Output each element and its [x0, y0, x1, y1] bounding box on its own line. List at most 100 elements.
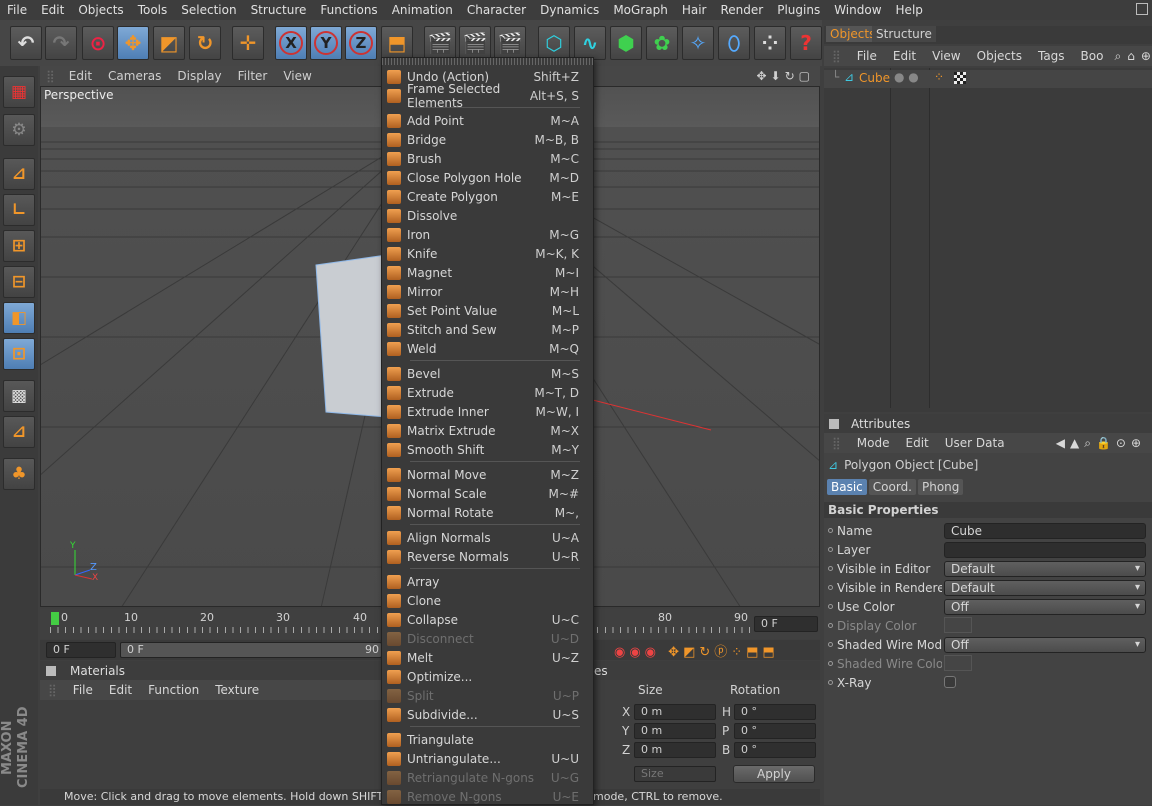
materials-menu-function[interactable]: Function: [140, 683, 207, 697]
menu-dynamics[interactable]: Dynamics: [533, 3, 606, 17]
menu-item-triangulate[interactable]: Triangulate: [382, 730, 593, 749]
menu-item-normal-scale[interactable]: Normal Scale M~#: [382, 484, 593, 503]
key-tools-icons[interactable]: ✥◩↻ⓟ⁘⬒⬒: [668, 645, 779, 660]
menu-structure[interactable]: Structure: [244, 3, 314, 17]
menu-item-stitch-and-sew[interactable]: Stitch and Sew M~P: [382, 320, 593, 339]
menu-tearoff-handle[interactable]: [382, 58, 593, 65]
playhead-marker[interactable]: [51, 612, 59, 625]
texture-tag-icon[interactable]: [954, 72, 966, 84]
current-frame-field[interactable]: 0 F: [754, 616, 818, 632]
animation-dot-icon[interactable]: [828, 642, 833, 647]
menu-item-matrix-extrude[interactable]: Matrix Extrude M~X: [382, 421, 593, 440]
phong-tag-icon[interactable]: ⁘: [934, 70, 944, 84]
undo-icon[interactable]: ↶: [10, 26, 42, 60]
coordinate-system-icon[interactable]: ⬒: [381, 26, 413, 60]
window-restore-icon[interactable]: [1136, 3, 1148, 15]
materials-menu-edit[interactable]: Edit: [101, 683, 140, 697]
menu-item-magnet[interactable]: Magnet M~I: [382, 263, 593, 282]
objects-menu-view[interactable]: View: [924, 49, 968, 63]
sculpt-icon[interactable]: ♣: [3, 458, 35, 490]
objects-menu-objects[interactable]: Objects: [969, 49, 1030, 63]
menu-item-close-polygon-hole[interactable]: Close Polygon Hole M~D: [382, 168, 593, 187]
tab-coord[interactable]: Coord.: [868, 479, 916, 495]
tab-structure[interactable]: Structure: [872, 26, 936, 42]
size-mode-dropdown[interactable]: Size: [634, 766, 716, 782]
menu-plugins[interactable]: Plugins: [770, 3, 827, 17]
z-axis-lock[interactable]: Z: [345, 26, 377, 60]
menu-character[interactable]: Character: [460, 3, 533, 17]
layer-field[interactable]: [944, 541, 1146, 558]
menu-item-normal-rotate[interactable]: Normal Rotate M~,: [382, 503, 593, 522]
animation-dot-icon[interactable]: [828, 623, 833, 628]
viewport-menu-cameras[interactable]: Cameras: [100, 69, 169, 83]
polygons-mode-icon[interactable]: ◧: [3, 302, 35, 334]
attr-menu-mode[interactable]: Mode: [849, 436, 898, 450]
menu-item-knife[interactable]: Knife M~K, K: [382, 244, 593, 263]
menu-item-untriangulate[interactable]: Untriangulate... U~U: [382, 749, 593, 768]
texture-mode-icon[interactable]: ▩: [3, 380, 35, 412]
use-color-field[interactable]: Off: [944, 598, 1146, 615]
menu-selection[interactable]: Selection: [174, 3, 243, 17]
animation-dot-icon[interactable]: [828, 528, 833, 533]
rotate-tool-icon[interactable]: ↻: [189, 26, 221, 60]
materials-menu-texture[interactable]: Texture: [207, 683, 267, 697]
rot-p-field[interactable]: 0 °: [734, 723, 816, 739]
menu-item-set-point-value[interactable]: Set Point Value M~L: [382, 301, 593, 320]
menu-tools[interactable]: Tools: [131, 3, 175, 17]
viewport-nav-icons[interactable]: ✥⬇↻▢: [748, 69, 820, 83]
deformer-icon[interactable]: ✧: [682, 26, 714, 60]
cube-primitive-icon[interactable]: ⬡: [538, 26, 570, 60]
menu-item-dissolve[interactable]: Dissolve: [382, 206, 593, 225]
menu-functions[interactable]: Functions: [313, 3, 384, 17]
menu-item-align-normals[interactable]: Align Normals U~A: [382, 528, 593, 547]
workplane-icon[interactable]: ⊿: [3, 416, 35, 448]
search-icon[interactable]: ⌕: [1111, 49, 1124, 64]
objects-menu-bookmarks[interactable]: Boo: [1073, 49, 1112, 63]
size-y-field[interactable]: 0 m: [634, 723, 716, 739]
menu-mograph[interactable]: MoGraph: [606, 3, 675, 17]
mode-model-icon[interactable]: ⚙: [3, 114, 35, 146]
menu-item-iron[interactable]: Iron M~G: [382, 225, 593, 244]
menu-render[interactable]: Render: [713, 3, 770, 17]
objects-menu-tags[interactable]: Tags: [1030, 49, 1073, 63]
object-move-icon[interactable]: ✛: [232, 26, 264, 60]
viewport-menu-view[interactable]: View: [275, 69, 319, 83]
animation-dot-icon[interactable]: [828, 661, 833, 666]
particles-icon[interactable]: ⁘: [754, 26, 786, 60]
objects-menu-file[interactable]: File: [849, 49, 885, 63]
layout-icon[interactable]: ▦: [3, 76, 35, 108]
menu-item-brush[interactable]: Brush M~C: [382, 149, 593, 168]
apply-button[interactable]: Apply: [733, 765, 815, 783]
menu-item-array[interactable]: Array: [382, 572, 593, 591]
animation-dot-icon[interactable]: [828, 566, 833, 571]
visible-in-editor-field[interactable]: Default: [944, 560, 1146, 577]
name-field[interactable]: Cube: [944, 522, 1146, 539]
start-frame-field[interactable]: 0 F: [46, 642, 116, 658]
objects-menu-edit[interactable]: Edit: [885, 49, 924, 63]
menu-item-bridge[interactable]: Bridge M~B, B: [382, 130, 593, 149]
menu-item-collapse[interactable]: Collapse U~C: [382, 610, 593, 629]
materials-menu-file[interactable]: File: [65, 683, 101, 697]
edges-mode-icon[interactable]: ⊟: [3, 266, 35, 298]
x-axis-lock[interactable]: X: [275, 26, 307, 60]
size-x-field[interactable]: 0 m: [634, 704, 716, 720]
new-window-icon[interactable]: ⊕: [1138, 49, 1152, 63]
animation-dot-icon[interactable]: [828, 547, 833, 552]
subdivision-surface-icon[interactable]: ⬢: [610, 26, 642, 60]
menu-item-weld[interactable]: Weld M~Q: [382, 339, 593, 358]
tab-basic[interactable]: Basic: [827, 479, 867, 495]
object-row-cube[interactable]: └ ⊿ Cube ● ● ⁘: [824, 70, 1152, 88]
menu-window[interactable]: Window: [827, 3, 888, 17]
shaded-wire-mode-field[interactable]: Off: [944, 636, 1146, 653]
animation-dot-icon[interactable]: [828, 604, 833, 609]
tweak-mode-icon[interactable]: ⊡: [3, 338, 35, 370]
menu-item-smooth-shift[interactable]: Smooth Shift M~Y: [382, 440, 593, 459]
render-picture-viewer-icon[interactable]: 🎬: [459, 26, 491, 60]
menu-item-bevel[interactable]: Bevel M~S: [382, 364, 593, 383]
menu-item-mirror[interactable]: Mirror M~H: [382, 282, 593, 301]
menu-item-extrude[interactable]: Extrude M~T, D: [382, 383, 593, 402]
viewport-menu-edit[interactable]: Edit: [61, 69, 100, 83]
menu-item-optimize[interactable]: Optimize...: [382, 667, 593, 686]
animation-dot-icon[interactable]: [828, 680, 833, 685]
playback-controls[interactable]: ◉◉◉ ✥◩↻ⓟ⁘⬒⬒: [614, 641, 818, 660]
